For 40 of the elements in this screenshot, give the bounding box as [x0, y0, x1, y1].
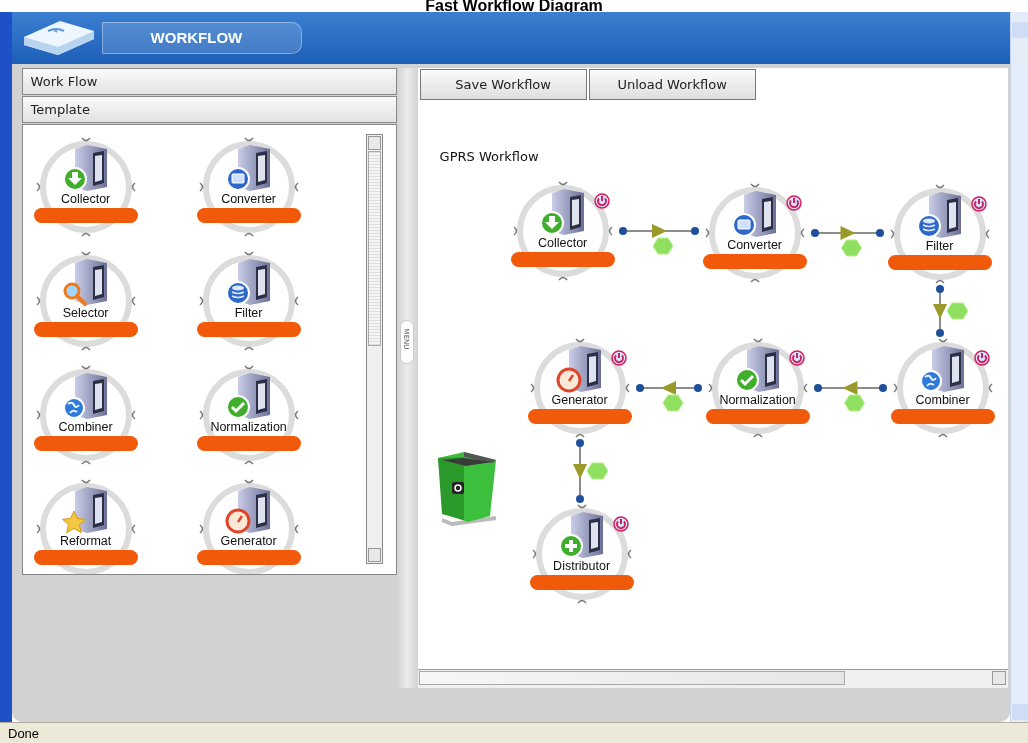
connector-arrow[interactable]	[813, 381, 887, 412]
connector-arrow[interactable]	[810, 226, 884, 257]
workflow-tab[interactable]: WORKFLOW	[101, 22, 302, 54]
node-label: Selector	[61, 306, 110, 320]
connector-arrow[interactable]	[618, 224, 699, 255]
node-label: Collector	[536, 236, 589, 250]
node-label: Converter	[726, 238, 784, 252]
node-label: Combiner	[914, 393, 971, 407]
node-label: Combiner	[57, 420, 114, 434]
toolbar-button[interactable]: Save Workflow	[419, 69, 587, 100]
node-label: Distributor	[552, 559, 612, 573]
connector-arrow[interactable]	[572, 439, 609, 503]
toolbar-button[interactable]: Unload Workflow	[588, 69, 756, 100]
power-icon[interactable]	[785, 195, 802, 211]
node-label: Generator	[219, 534, 278, 548]
node-label: Generator	[550, 393, 609, 407]
power-icon[interactable]	[612, 516, 629, 532]
node-label: Filter	[924, 239, 955, 253]
node-label: Collector	[59, 192, 112, 206]
scroll-thumb[interactable]	[418, 671, 845, 685]
power-icon[interactable]	[610, 350, 627, 366]
connector-arrow[interactable]	[932, 285, 969, 337]
page-title: Fast Workflow Diagram	[424, 0, 604, 12]
node-label: Filter	[233, 306, 264, 320]
connector-arrow[interactable]	[635, 381, 702, 412]
node-label: Normalization	[209, 420, 288, 434]
palette-scrollbar[interactable]	[365, 134, 383, 564]
scroll-thumb[interactable]	[367, 151, 381, 346]
power-icon[interactable]	[973, 350, 990, 366]
node-label: Reformat	[58, 534, 113, 548]
accordion-header[interactable]: Template	[21, 96, 397, 123]
horizontal-scrollbar[interactable]	[417, 669, 1008, 688]
power-icon[interactable]	[593, 193, 610, 209]
accordion-header[interactable]: Work Flow	[21, 68, 397, 95]
node-label: Normalization	[718, 393, 797, 407]
power-icon[interactable]	[970, 196, 987, 212]
workflow-title: GPRS Workflow	[439, 149, 539, 164]
status-text: Done	[0, 722, 1028, 743]
node-label: Converter	[220, 192, 278, 206]
power-icon[interactable]	[788, 350, 805, 366]
